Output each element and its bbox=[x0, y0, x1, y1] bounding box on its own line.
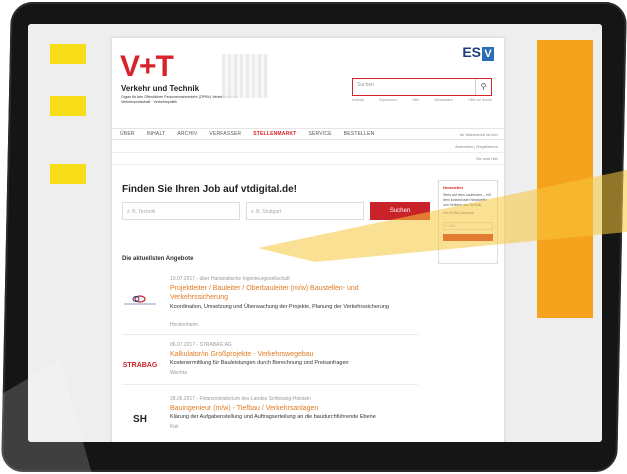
job-location: Wechta bbox=[170, 370, 187, 376]
job-title[interactable]: Kalkulator/in Großprojekte - Verkehrsweg… bbox=[170, 350, 400, 359]
job-listing[interactable]: SH 28.06.2017 - Finanzministerium des La… bbox=[122, 396, 418, 442]
yellow-block bbox=[50, 96, 86, 116]
hanseatic-logo-icon bbox=[124, 295, 156, 305]
divider bbox=[112, 152, 504, 153]
newsletter-title: Newsletter bbox=[443, 185, 464, 190]
divider bbox=[122, 384, 418, 385]
nav-bestellen[interactable]: BESTELLEN bbox=[344, 131, 375, 137]
job-meta: 28.06.2017 - Finanzministerium des Lande… bbox=[170, 396, 311, 402]
publisher-text: ES bbox=[462, 44, 481, 60]
link-search-help[interactable]: Hilfe zur Suche bbox=[468, 98, 492, 102]
main-nav: ÜBER INHALT ARCHIV VERFASSER STELLENMARK… bbox=[112, 128, 504, 140]
sh-logo: SH bbox=[133, 413, 147, 425]
strabag-logo: STRABAG bbox=[122, 361, 158, 369]
header-image bbox=[222, 54, 268, 98]
job-title[interactable]: Projektleiter / Bauleiter / Oberbauleite… bbox=[170, 284, 400, 302]
cart-status[interactable]: Ihr Warenkorb ist leer bbox=[460, 132, 498, 137]
job-listing[interactable]: 13.07.2017 - über Hanseatische Ingenieur… bbox=[122, 276, 418, 348]
newsletter-box: Newsletter Stets auf dem Laufenden – mit… bbox=[438, 180, 498, 264]
company-logo bbox=[122, 290, 158, 308]
webpage: V+T Verkehr und Technik Organ für den Öf… bbox=[112, 38, 504, 442]
brand-name: Verkehr und Technik bbox=[121, 84, 200, 93]
job-location: Hockenheim bbox=[170, 322, 198, 328]
search-box[interactable]: Suchen ⚲ bbox=[352, 78, 492, 96]
orange-banner bbox=[537, 40, 593, 318]
tablet-scene: V+T Verkehr und Technik Organ für den Öf… bbox=[0, 0, 627, 474]
search-icon[interactable]: ⚲ bbox=[475, 79, 491, 95]
link-hilfe[interactable]: Hilfe bbox=[412, 98, 419, 102]
company-logo: STRABAG bbox=[122, 356, 158, 374]
search-input[interactable]: Suchen bbox=[357, 82, 374, 88]
job-location: Kiel bbox=[170, 424, 179, 430]
page-title: Finden Sie Ihren Job auf vtdigital.de! bbox=[122, 184, 298, 195]
nav-ueber[interactable]: ÜBER bbox=[120, 131, 135, 137]
publisher-logo[interactable]: ES V bbox=[462, 44, 494, 61]
yellow-block bbox=[50, 164, 86, 184]
newsletter-email-label: Ihre E-Mail-Adresse bbox=[443, 211, 474, 215]
nav-stellenmarkt[interactable]: STELLENMARKT bbox=[253, 131, 296, 137]
newsletter-text: Stets auf dem Laufenden – mit dem kosten… bbox=[443, 193, 491, 207]
job-listing[interactable]: STRABAG 06.07.2017 - STRABAG AG Kalkulat… bbox=[122, 342, 418, 398]
section-title: Die aktuellsten Angebote bbox=[122, 256, 194, 262]
job-meta: 13.07.2017 - über Hanseatische Ingenieur… bbox=[170, 276, 290, 282]
company-logo: SH bbox=[122, 410, 158, 428]
nav-inhalt[interactable]: INHALT bbox=[147, 131, 166, 137]
job-description: Klärung der Aufgabenstellung und Auftrag… bbox=[170, 414, 376, 420]
utility-links: Kontakt Impressum Hilfe Mediadaten Hilfe… bbox=[352, 98, 492, 102]
divider bbox=[122, 334, 418, 335]
yellow-block bbox=[50, 44, 86, 64]
link-kontakt[interactable]: Kontakt bbox=[352, 98, 364, 102]
job-description: Koordination, Umsetzung und Überwachung … bbox=[170, 304, 389, 310]
logo[interactable]: V+T bbox=[120, 50, 174, 84]
nav-archiv[interactable]: ARCHIV bbox=[177, 131, 197, 137]
tablet-screen: V+T Verkehr und Technik Organ für den Öf… bbox=[28, 24, 602, 442]
link-mediadaten[interactable]: Mediadaten bbox=[435, 98, 453, 102]
login-link[interactable]: Anmelden | Registrieren bbox=[455, 144, 498, 149]
job-meta: 06.07.2017 - STRABAG AG bbox=[170, 342, 232, 348]
keyword-input[interactable]: z. B. Technik bbox=[122, 202, 240, 220]
newsletter-email-input[interactable]: E-Mail bbox=[443, 222, 493, 230]
breadcrumb: Sie sind hier bbox=[475, 156, 498, 161]
newsletter-submit-button[interactable] bbox=[443, 234, 493, 241]
location-input[interactable]: z. B. Stuttgart bbox=[246, 202, 364, 220]
nav-verfasser[interactable]: VERFASSER bbox=[209, 131, 241, 137]
job-title[interactable]: Bauingenieur (m/w) - Tiefbau / Verkehrsa… bbox=[170, 404, 400, 413]
job-description: Kostenermittlung für Bauleistungen durch… bbox=[170, 360, 349, 366]
nav-service[interactable]: SERVICE bbox=[308, 131, 331, 137]
job-search-button[interactable]: Suchen bbox=[370, 202, 430, 220]
publisher-mark: V bbox=[482, 47, 494, 61]
divider bbox=[112, 164, 504, 165]
link-impressum[interactable]: Impressum bbox=[379, 98, 396, 102]
